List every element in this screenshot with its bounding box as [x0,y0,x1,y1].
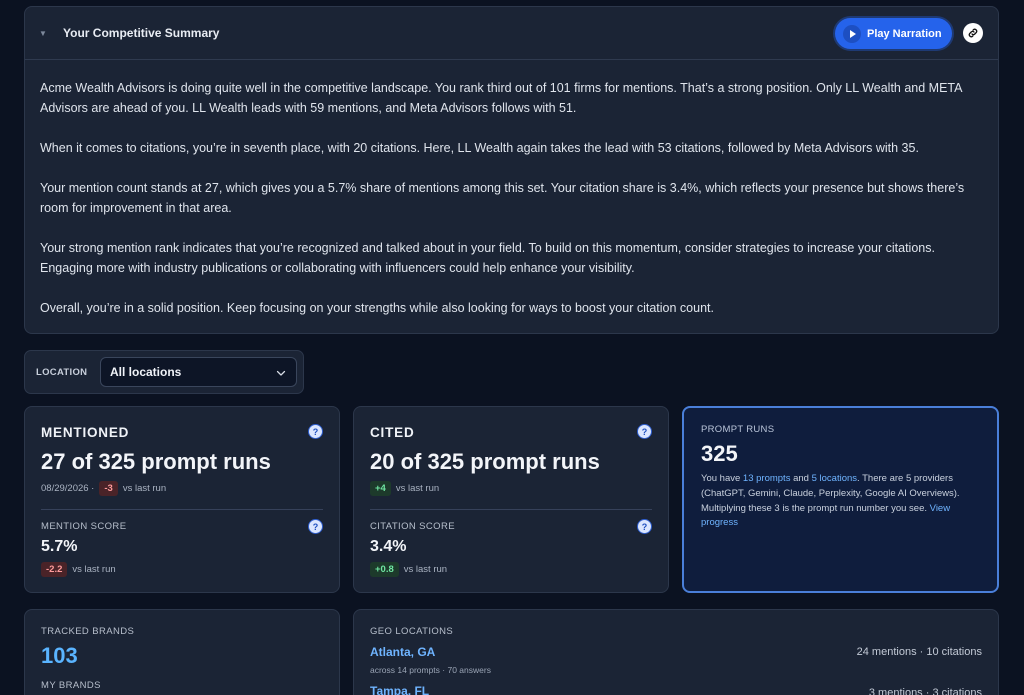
mentioned-meta: 08/29/2026 · -3 vs last run [41,481,166,496]
help-icon[interactable]: ? [308,424,323,439]
play-icon [843,24,861,43]
tracked-brands-label: TRACKED BRANDS [41,626,135,637]
mention-score-value: 5.7% [41,538,78,555]
cited-value: 20 of 325 prompt runs [370,449,600,474]
citation-score-value: 3.4% [370,538,407,555]
last-run-date: 08/29/2026 · [41,483,95,494]
summary-paragraph: Acme Wealth Advisors is doing quite well… [40,81,962,115]
summary-paragraph: When it comes to citations, you’re in se… [40,141,919,155]
mention-score-meta: -2.2 vs last run [41,562,116,577]
help-icon[interactable]: ? [637,519,652,534]
chevron-down-icon [276,370,286,376]
location-select[interactable]: All locations [100,357,297,387]
my-brands-label: MY BRANDS [41,680,101,691]
desc-text: You have [701,473,743,484]
divider [41,509,323,510]
location-selected-value: All locations [110,365,182,379]
cited-card: CITED ? 20 of 325 prompt runs +4 vs last… [353,406,669,593]
prompt-runs-description: You have 13 prompts and 5 locations. The… [701,472,986,531]
prompt-runs-value: 325 [701,441,738,466]
summary-paragraph: Overall, you’re in a solid position. Kee… [40,301,714,315]
citation-score-meta: +0.8 vs last run [370,562,447,577]
mention-score-delta-badge: -2.2 [41,562,68,577]
geo-city-stats: 3 mentions · 3 citations [868,687,982,695]
mention-score-label: MENTION SCORE [41,521,127,532]
geo-locations-card: GEO LOCATIONS Atlanta, GA across 14 prom… [353,609,999,695]
prompts-link[interactable]: 13 prompts [743,473,791,484]
citation-score-label: CITATION SCORE [370,521,455,532]
geo-location-row[interactable]: Atlanta, GA across 14 prompts · 70 answe… [370,645,982,675]
tracked-brands-value: 103 [41,643,78,668]
vs-last-run-text: vs last run [403,564,448,575]
divider [370,509,652,510]
summary-header[interactable]: ▼ Your Competitive Summary Play Narratio… [25,7,998,60]
play-narration-button[interactable]: Play Narration [835,18,952,49]
mentioned-card: MENTIONED ? 27 of 325 prompt runs 08/29/… [24,406,340,593]
location-filter: LOCATION All locations [24,350,304,394]
help-icon[interactable]: ? [637,424,652,439]
cited-meta: +4 vs last run [370,481,439,496]
copy-link-button[interactable] [963,23,983,43]
locations-link[interactable]: 5 locations [812,473,857,484]
citation-score-delta-badge: +0.8 [370,562,399,577]
cited-delta-badge: +4 [370,481,391,496]
summary-title: Your Competitive Summary [63,26,220,40]
tracked-brands-card: TRACKED BRANDS 103 MY BRANDS [24,609,340,695]
mentioned-delta-badge: -3 [99,481,118,496]
summary-body: Acme Wealth Advisors is doing quite well… [25,60,998,318]
location-label: LOCATION [36,367,88,378]
geo-city-stats: 24 mentions · 10 citations [856,646,982,658]
vs-last-run-text: vs last run [72,564,116,575]
desc-text: and [790,473,812,484]
prompt-runs-label: PROMPT RUNS [701,424,775,435]
geo-locations-label: GEO LOCATIONS [370,626,454,637]
play-narration-label: Play Narration [867,27,942,40]
vs-last-run-text: vs last run [122,483,167,494]
help-icon[interactable]: ? [308,519,323,534]
vs-last-run-text: vs last run [395,483,440,494]
prompt-runs-card[interactable]: PROMPT RUNS 325 You have 13 prompts and … [682,406,999,593]
geo-location-row[interactable]: Tampa, FL 3 mentions · 3 citations [370,684,982,695]
mentioned-value: 27 of 325 prompt runs [41,449,271,474]
summary-paragraph: Your mention count stands at 27, which g… [40,181,965,215]
mentioned-label: MENTIONED [41,425,130,440]
summary-paragraph: Your strong mention rank indicates that … [40,241,935,275]
geo-city-meta: across 14 prompts · 70 answers [370,665,491,675]
cited-label: CITED [370,425,415,440]
competitive-summary-panel: ▼ Your Competitive Summary Play Narratio… [24,6,999,334]
link-icon [968,28,978,38]
collapse-caret-icon[interactable]: ▼ [39,29,47,38]
